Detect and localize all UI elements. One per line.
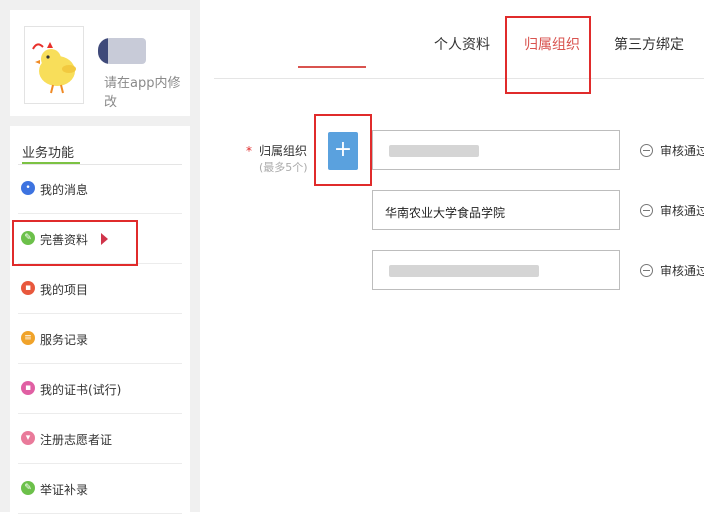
menu-item-projects[interactable]: ▪ 我的项目 xyxy=(18,264,182,314)
menu-item-complete-profile[interactable]: ✎ 完善资料 xyxy=(18,214,182,264)
record-icon: ≡ xyxy=(21,331,35,345)
blurred-text xyxy=(389,265,539,277)
tab-personal-info[interactable]: 个人资料 xyxy=(434,34,490,54)
project-icon: ▪ xyxy=(21,281,35,295)
org-input-2[interactable]: 华南农业大学食品学院 xyxy=(372,190,620,230)
blurred-text xyxy=(389,145,479,157)
tab-organization[interactable]: 归属组织 xyxy=(524,34,580,54)
left-column: ██ 请在app内修改 业务功能 • 我的消息 ✎ 完善资料 ▪ 我的项目 ≡ … xyxy=(0,0,200,514)
menu-item-service-records[interactable]: ≡ 服务记录 xyxy=(18,314,182,364)
avatar[interactable] xyxy=(24,26,84,104)
tab-third-party[interactable]: 第三方绑定 xyxy=(614,34,684,54)
status-badge: 审核通过 xyxy=(660,264,704,278)
status-badge: 审核通过 xyxy=(660,144,704,158)
user-name: ██ xyxy=(98,38,146,64)
remove-icon[interactable] xyxy=(640,264,653,277)
profile-card: ██ 请在app内修改 xyxy=(10,10,190,116)
chick-avatar-icon xyxy=(32,42,76,94)
menu-item-label: 注册志愿者证 xyxy=(40,433,113,447)
status-badge: 审核通过 xyxy=(660,204,704,218)
org-input-1[interactable] xyxy=(372,130,620,170)
menu-title-text: 业务功能 xyxy=(22,146,75,161)
menu-item-label: 我的消息 xyxy=(40,183,89,197)
org-field-label: 归属组织 xyxy=(259,144,308,158)
tab-bar: 个人资料 归属组织 第三方绑定 xyxy=(214,10,704,78)
org-field-limit: (最多5个) xyxy=(259,161,308,174)
menu-item-label: 服务记录 xyxy=(40,333,89,347)
active-tab-underline xyxy=(298,66,366,68)
menu-title: 业务功能 xyxy=(18,134,182,165)
menu-item-label: 我的证书(试行) xyxy=(40,383,122,397)
menu-item-label: 举证补录 xyxy=(40,483,89,497)
menu-item-supplement[interactable]: ✎ 举证补录 xyxy=(18,464,182,514)
menu-item-volunteer-card[interactable]: ▾ 注册志愿者证 xyxy=(18,414,182,464)
active-arrow-icon xyxy=(101,233,108,245)
supplement-icon: ✎ xyxy=(21,481,35,495)
required-marker: * xyxy=(246,144,252,158)
edit-icon: ✎ xyxy=(21,231,35,245)
menu-item-label: 完善资料 xyxy=(40,233,89,247)
message-icon: • xyxy=(21,181,35,195)
volunteer-card-icon: ▾ xyxy=(21,431,35,445)
add-org-button[interactable]: + xyxy=(328,132,358,170)
menu-item-label: 我的项目 xyxy=(40,283,89,297)
org-name: 华南农业大学食品学院 xyxy=(385,206,506,220)
edit-hint: 请在app内修改 xyxy=(104,76,181,110)
menu-item-certificates[interactable]: ▪ 我的证书(试行) xyxy=(18,364,182,414)
remove-icon[interactable] xyxy=(640,144,653,157)
tabs-divider xyxy=(214,78,704,79)
business-menu: 业务功能 • 我的消息 ✎ 完善资料 ▪ 我的项目 ≡ 服务记录 ▪ 我的证书(… xyxy=(10,126,190,514)
remove-icon[interactable] xyxy=(640,204,653,217)
menu-item-messages[interactable]: • 我的消息 xyxy=(18,164,182,214)
certificate-icon: ▪ xyxy=(21,381,35,395)
org-input-3[interactable] xyxy=(372,250,620,290)
